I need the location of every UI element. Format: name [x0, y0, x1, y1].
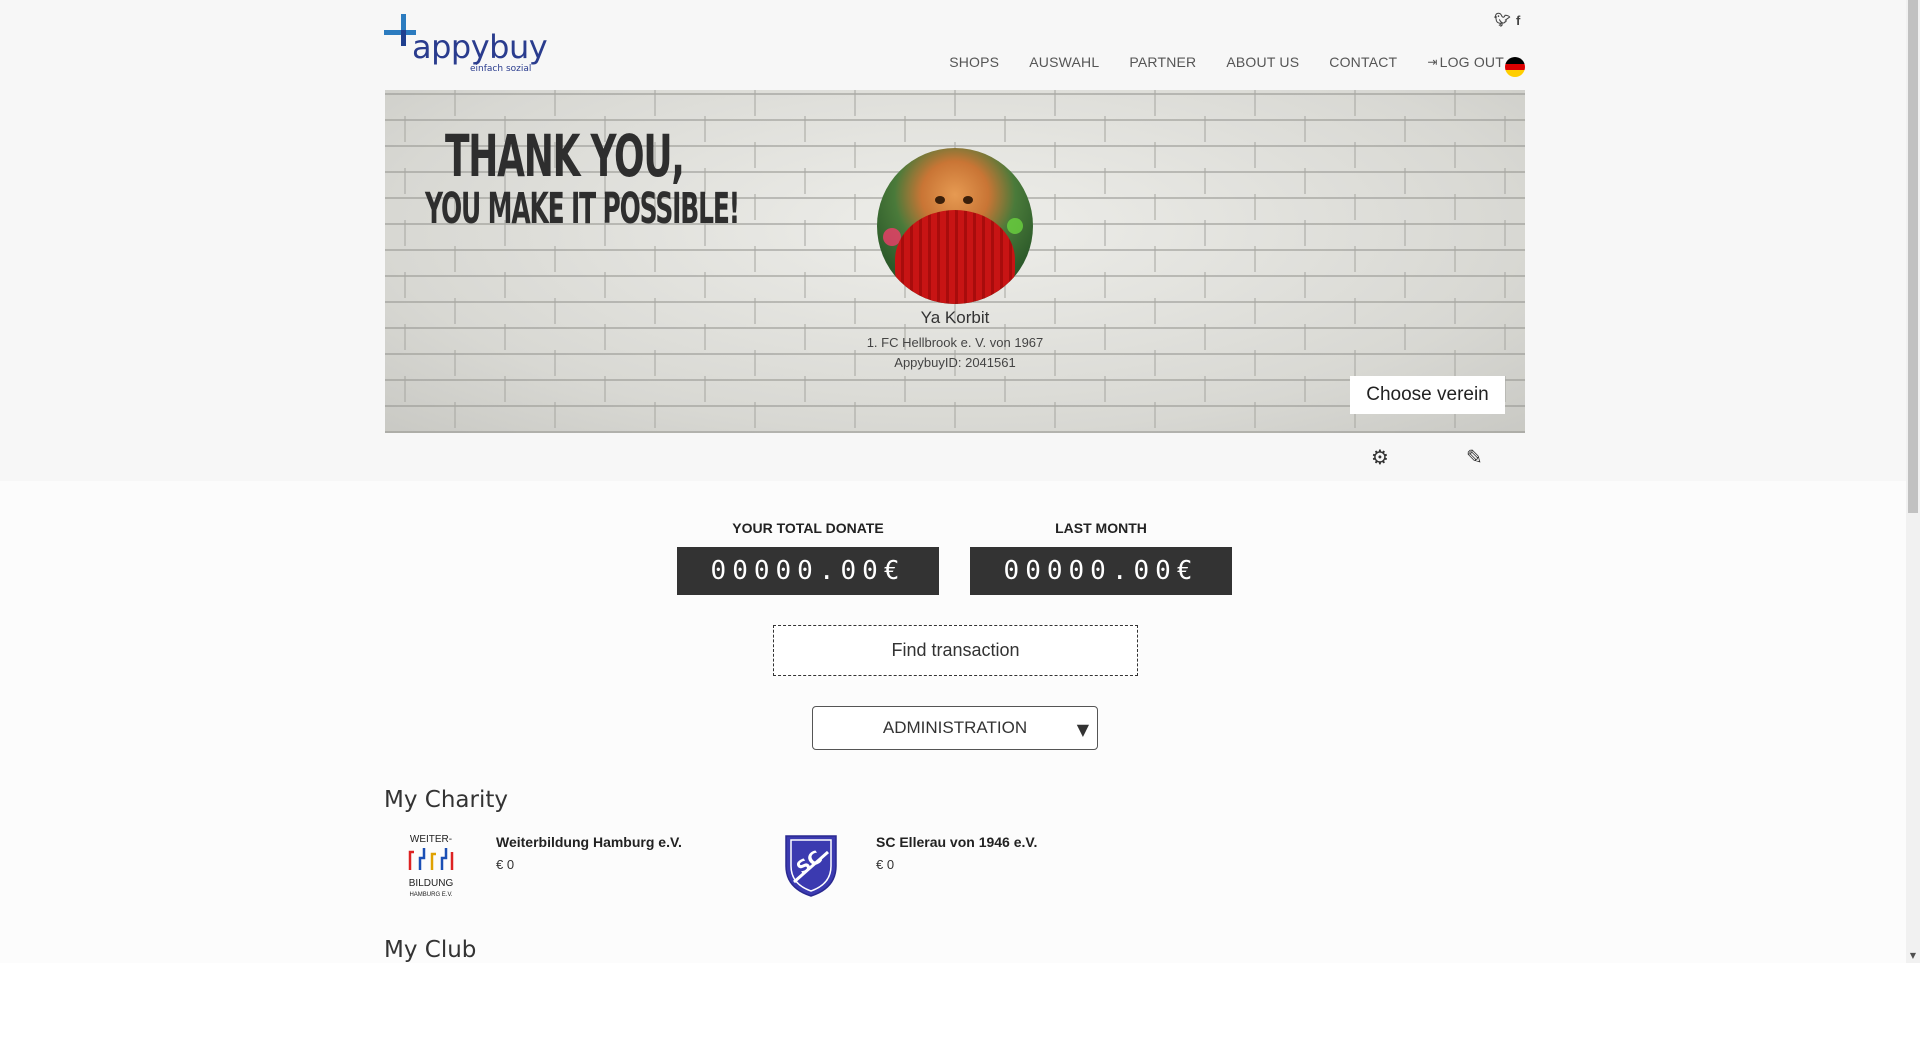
avatar-eye-left — [935, 196, 945, 204]
scrollbar-thumb[interactable] — [1908, 0, 1918, 513]
twitter-icon[interactable]: 🐦︎ — [1494, 13, 1511, 28]
settings-gear-icon[interactable]: ⚙ — [1371, 445, 1389, 469]
user-club: 1. FC Hellbrook e. V. von 1967 — [866, 335, 1044, 350]
avatar-eye-right — [963, 196, 973, 204]
total-donate-value: 00000.00€ — [677, 547, 939, 595]
logo-text-bottom: BILDUNG — [409, 878, 454, 889]
page-scrollbar[interactable]: ▼ — [1906, 0, 1920, 963]
administration-select[interactable]: ADMINISTRATION ▼ — [812, 706, 1098, 750]
user-name: Ya Korbit — [920, 308, 990, 327]
below-viewport — [0, 963, 1920, 1056]
my-charity-heading: My Charity — [384, 787, 508, 813]
choose-verein-button[interactable]: Choose verein — [1350, 376, 1505, 414]
main-nav: SHOPS AUSWAHL PARTNER ABOUT US CONTACT ⇥… — [919, 54, 1504, 70]
hero-headline-2: YOU MAKE IT POSSIBLE! — [425, 184, 740, 234]
facebook-icon[interactable]: f — [1516, 13, 1520, 28]
weiterbildung-logo-icon: WEITER- BILDUNG HAMBURG E.V. — [408, 834, 454, 898]
last-month-value: 00000.00€ — [970, 547, 1232, 595]
nav-partner[interactable]: PARTNER — [1129, 54, 1196, 70]
site-logo[interactable]: appybuy einfach sozial — [384, 14, 548, 76]
last-month-label: LAST MONTH — [1055, 520, 1147, 536]
nav-contact[interactable]: CONTACT — [1329, 54, 1397, 70]
logo-plus-dark — [401, 30, 406, 46]
charity-amount: € 0 — [876, 857, 895, 872]
avatar-scarf — [895, 210, 1015, 304]
edit-pencil-icon[interactable]: ✎ — [1466, 445, 1483, 469]
charity-name[interactable]: Weiterbildung Hamburg e.V. — [496, 834, 682, 850]
scroll-down-icon[interactable]: ▼ — [1906, 949, 1920, 963]
german-flag-icon[interactable] — [1505, 57, 1525, 77]
profile-hero-banner: THANK YOU, YOU MAKE IT POSSIBLE! Ya Korb… — [385, 90, 1525, 433]
charity-item-weiterbildung[interactable]: WEITER- BILDUNG HAMBURG E.V. Weiterbildu… — [396, 830, 736, 910]
administration-select-value: ADMINISTRATION — [882, 718, 1028, 737]
brand-tagline: einfach sozial — [470, 64, 532, 74]
logout-icon: ⇥ — [1427, 55, 1438, 69]
my-club-heading: My Club — [384, 937, 477, 963]
avatar-light-2 — [1007, 218, 1023, 234]
nav-about-us[interactable]: ABOUT US — [1226, 54, 1299, 70]
hero-headline-1: THANK YOU, — [445, 122, 685, 190]
chevron-down-icon: ▼ — [1076, 720, 1089, 739]
nav-auswahl[interactable]: AUSWAHL — [1029, 54, 1099, 70]
nav-logout-label: LOG OUT — [1439, 54, 1504, 70]
logo-text-small: HAMBURG E.V. — [409, 892, 452, 898]
charity-name[interactable]: SC Ellerau von 1946 e.V. — [876, 834, 1037, 850]
avatar[interactable] — [877, 148, 1033, 304]
nav-logout[interactable]: ⇥ LOG OUT — [1427, 54, 1504, 70]
charity-amount: € 0 — [496, 857, 515, 872]
total-donate-label: YOUR TOTAL DONATE — [732, 520, 884, 536]
sc-ellerau-shield-icon: SC — [785, 835, 837, 897]
find-transaction-button[interactable]: Find transaction — [773, 625, 1138, 676]
user-appybuy-id: AppybuyID: 2041561 — [894, 355, 1016, 370]
brand-name: appybuy — [412, 28, 548, 66]
charity-item-sc-ellerau[interactable]: SC SC Ellerau von 1946 e.V. € 0 — [776, 830, 1116, 910]
nav-shops[interactable]: SHOPS — [949, 54, 999, 70]
logo-text-top: WEITER- — [410, 834, 452, 845]
